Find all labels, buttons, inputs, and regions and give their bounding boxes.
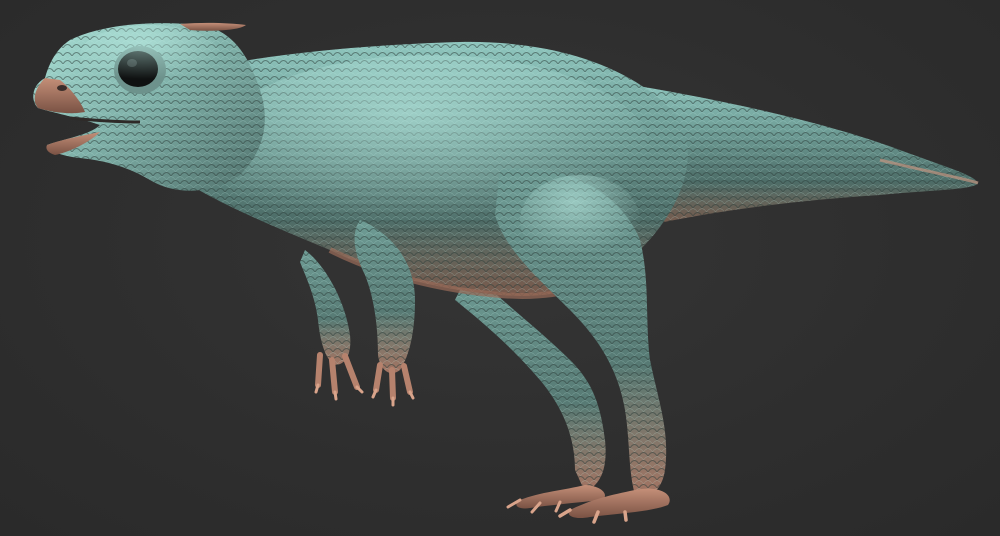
dinosaur-render [33, 22, 979, 524]
head [33, 22, 265, 191]
far-arm [300, 250, 364, 401]
render-viewport [0, 0, 1000, 536]
head-crest [180, 22, 246, 31]
nostril [57, 85, 67, 91]
